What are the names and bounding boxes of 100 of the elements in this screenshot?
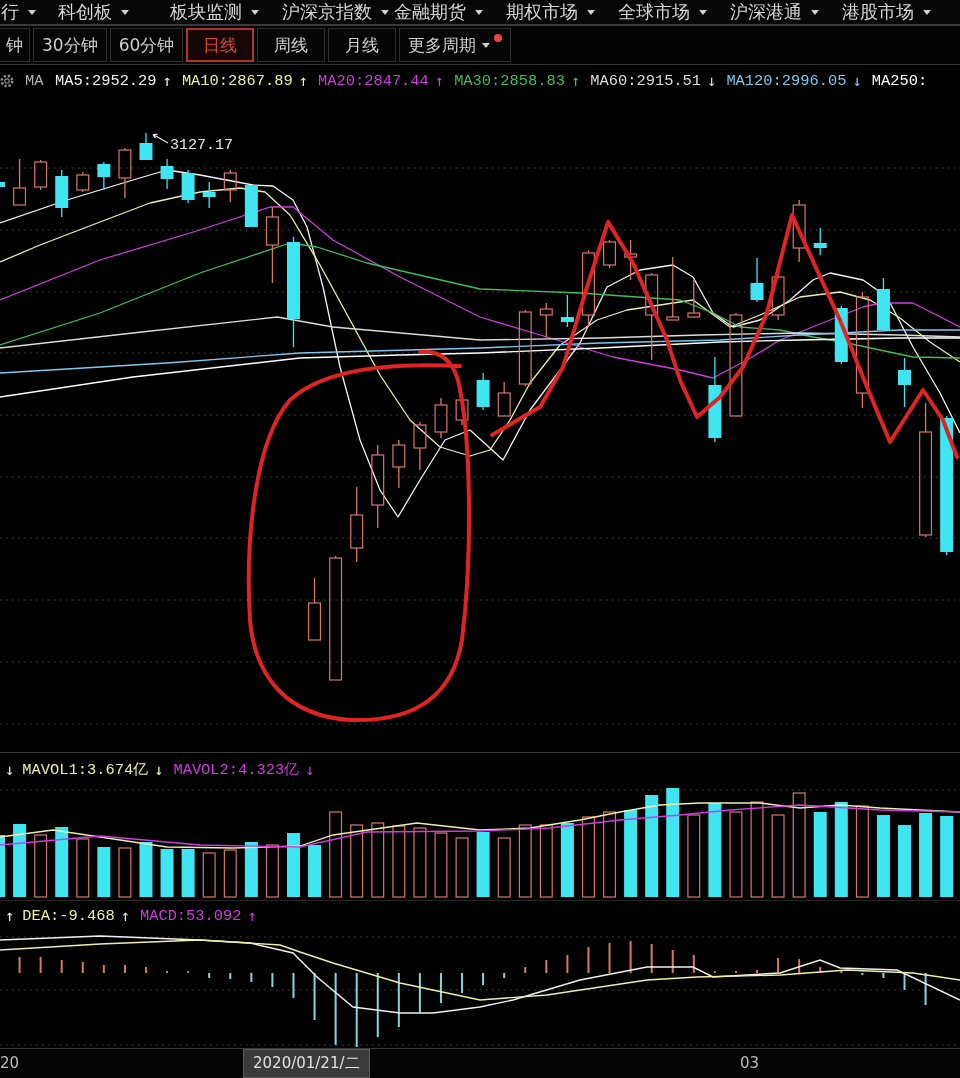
macd-bar bbox=[81, 962, 84, 973]
macd-bar bbox=[482, 973, 485, 985]
macd-bar bbox=[777, 958, 780, 973]
market-menu-item[interactable]: 全球市场 bbox=[618, 0, 707, 24]
macd-bar bbox=[903, 973, 906, 990]
macd-bar bbox=[229, 973, 232, 979]
candlestick bbox=[0, 182, 5, 187]
candlestick bbox=[202, 181, 216, 209]
axis-label: 20 bbox=[0, 1053, 20, 1074]
volume-bar bbox=[139, 842, 153, 897]
trend-arrow: ↑ bbox=[162, 71, 172, 90]
macd-bar bbox=[18, 957, 21, 973]
market-menu-item[interactable]: 沪深港通 bbox=[730, 0, 819, 24]
macd-bar bbox=[271, 973, 274, 987]
volume-bar bbox=[308, 845, 322, 897]
candlestick bbox=[118, 147, 132, 199]
macd-bar bbox=[608, 943, 611, 973]
macd-bar bbox=[819, 967, 822, 973]
indicator-value: MA5:2952.29 bbox=[55, 71, 157, 90]
volume-bar bbox=[244, 842, 258, 897]
candlestick bbox=[244, 185, 258, 227]
trend-arrow: ↓ bbox=[707, 71, 717, 90]
caret-icon bbox=[699, 9, 707, 15]
market-menu-item[interactable]: 金融期货 bbox=[394, 0, 483, 24]
pointer-arrow bbox=[152, 133, 169, 144]
settings-icon[interactable] bbox=[0, 73, 14, 88]
indicator-value: MA30:2858.83 bbox=[454, 71, 565, 90]
macd-bar bbox=[671, 950, 674, 973]
indicator-value: MA10:2867.89 bbox=[181, 71, 293, 90]
candlestick bbox=[666, 256, 680, 321]
period-tab[interactable]: 钟 bbox=[0, 28, 30, 62]
candlestick bbox=[13, 158, 27, 206]
caret-icon bbox=[121, 9, 129, 15]
volume-bar bbox=[898, 825, 911, 897]
candlestick bbox=[181, 169, 195, 204]
macd-bar bbox=[650, 944, 653, 973]
candlestick bbox=[34, 159, 48, 191]
volume-bar bbox=[76, 838, 90, 898]
caret-icon bbox=[587, 9, 595, 15]
volume-bar bbox=[434, 832, 448, 898]
indicator-value: MAVOL1:3.674亿 bbox=[22, 761, 149, 779]
market-menu-item[interactable]: 行 bbox=[1, 0, 36, 24]
period-tab[interactable]: 日线 bbox=[186, 28, 255, 62]
trend-arrow: ↑ bbox=[298, 71, 308, 90]
macd-bar bbox=[924, 973, 927, 1005]
candlestick bbox=[139, 132, 153, 160]
market-menu-item[interactable]: 期权市场 bbox=[506, 0, 595, 24]
candlestick bbox=[392, 439, 406, 489]
macd-bar bbox=[250, 973, 253, 982]
market-menu-item[interactable]: 沪深京指数 bbox=[282, 0, 389, 24]
candlestick bbox=[476, 372, 490, 411]
candlestick bbox=[97, 161, 111, 191]
market-menu-item[interactable]: 科创板 bbox=[58, 0, 129, 24]
period-tab[interactable]: 周线 bbox=[257, 28, 326, 62]
peak-price-label: 3127.17 bbox=[170, 137, 233, 154]
macd-bar bbox=[208, 973, 211, 978]
macd-bar bbox=[313, 973, 316, 1020]
period-tab[interactable]: 更多周期 bbox=[399, 28, 512, 62]
macd-bar bbox=[545, 960, 548, 973]
candlestick bbox=[560, 294, 574, 328]
volume-bar bbox=[118, 847, 132, 898]
candlestick bbox=[771, 274, 785, 321]
trend-arrow: ↑ bbox=[5, 906, 15, 925]
trend-arrow: ↓ bbox=[154, 761, 164, 779]
candlestick bbox=[898, 357, 911, 408]
volume-bar bbox=[34, 834, 48, 898]
indicator-value: DEA:-9.468 bbox=[22, 906, 115, 925]
volume-bar bbox=[476, 832, 490, 897]
candlestick bbox=[750, 257, 764, 303]
candlestick bbox=[223, 169, 237, 203]
market-menu-item[interactable]: 港股市场 bbox=[842, 0, 931, 24]
candlestick bbox=[624, 239, 638, 281]
candlestick bbox=[434, 397, 448, 439]
macd-bar bbox=[439, 973, 442, 1003]
volume-bar bbox=[265, 844, 279, 898]
trend-arrow: ↑ bbox=[434, 71, 445, 90]
macd-bar bbox=[798, 959, 801, 973]
macd-bar bbox=[840, 970, 843, 973]
candlestick bbox=[539, 302, 553, 338]
indicator-value: MA120:2996.05 bbox=[726, 71, 847, 90]
indicator-value: MA60:2915.51 bbox=[590, 71, 702, 90]
indicator-value: MA250: bbox=[871, 71, 928, 90]
caret-icon bbox=[482, 42, 491, 48]
period-tab[interactable]: 60分钟 bbox=[109, 28, 184, 62]
macd-bar bbox=[102, 965, 105, 973]
volume-bar bbox=[287, 833, 300, 897]
period-tab[interactable]: 30分钟 bbox=[33, 28, 107, 62]
period-tab[interactable]: 月线 bbox=[328, 28, 397, 62]
macd-bar bbox=[587, 947, 590, 973]
macd-bar bbox=[503, 973, 506, 978]
market-menu-item[interactable]: 板块监测 bbox=[170, 0, 259, 24]
candlestick bbox=[308, 577, 322, 641]
volume-bar bbox=[160, 849, 174, 897]
candlestick bbox=[497, 381, 511, 417]
macd-bar bbox=[292, 973, 295, 998]
caret-icon bbox=[811, 9, 819, 15]
volume-bar bbox=[0, 835, 5, 897]
axis-label: 03 bbox=[740, 1053, 760, 1074]
volume-bar bbox=[181, 849, 195, 897]
trend-arrow: ↑ bbox=[120, 906, 130, 925]
